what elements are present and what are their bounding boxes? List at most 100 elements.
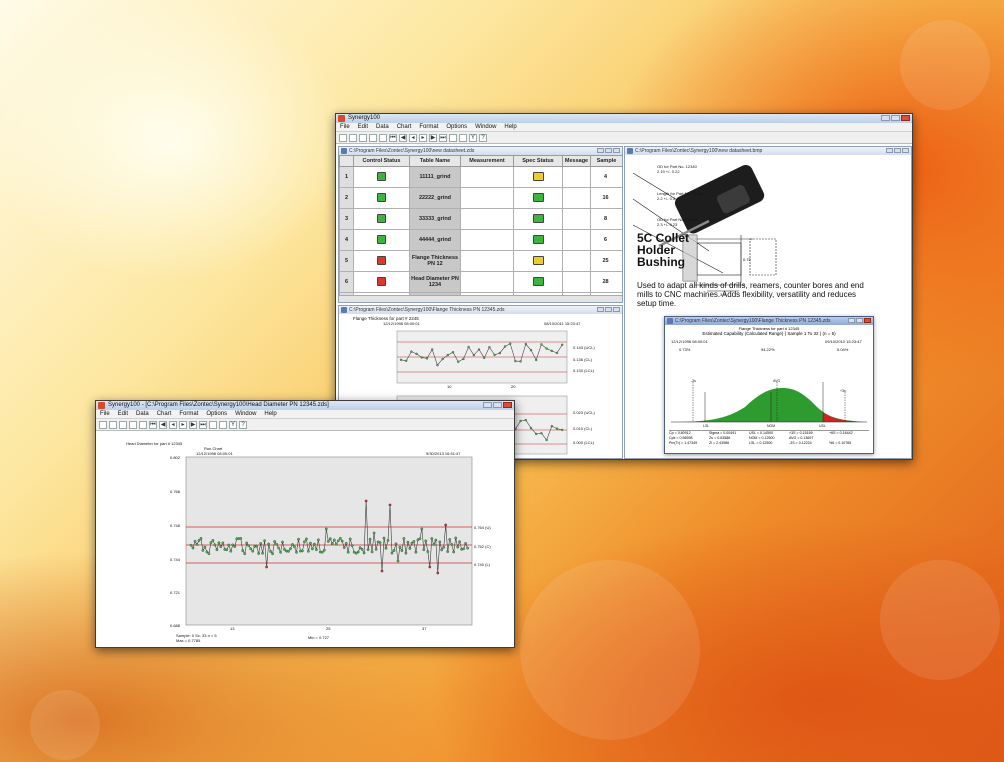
- spec-status-cell[interactable]: [513, 250, 563, 272]
- next-page-icon[interactable]: ▶: [429, 133, 437, 142]
- table-name-cell[interactable]: 11111_grind: [409, 166, 461, 188]
- horizontal-scrollbar[interactable]: [339, 295, 622, 302]
- prev-record-icon[interactable]: ◂: [409, 133, 417, 142]
- corner-cell[interactable]: [339, 155, 354, 167]
- close-button[interactable]: [613, 307, 620, 312]
- menu-options[interactable]: Options: [446, 123, 467, 131]
- control-status-cell[interactable]: [353, 208, 410, 230]
- row-number: 6: [339, 271, 354, 293]
- drawing-titlebar: C:\Program Files\Zontec\Synergy100\new d…: [625, 147, 911, 155]
- column-header[interactable]: Message: [562, 155, 591, 167]
- close-button[interactable]: [864, 318, 871, 323]
- table-row[interactable]: 5 Flange Thickness PN 12 25: [339, 250, 622, 272]
- spec-status-light: [532, 234, 544, 244]
- message-cell[interactable]: [562, 208, 591, 230]
- table-name-cell[interactable]: 33333_grind: [409, 208, 461, 230]
- maximize-button[interactable]: [605, 307, 612, 312]
- run-point: [458, 540, 461, 544]
- close-button[interactable]: [901, 115, 910, 121]
- control-status-cell[interactable]: [353, 271, 410, 293]
- first-record-icon[interactable]: ⏮: [389, 133, 397, 142]
- minimize-button[interactable]: [886, 148, 893, 153]
- spec-status-cell[interactable]: [513, 187, 563, 209]
- column-header[interactable]: Measurement: [460, 155, 514, 167]
- print-icon[interactable]: [379, 133, 387, 142]
- control-status-cell[interactable]: [353, 166, 410, 188]
- close-button[interactable]: [902, 148, 909, 153]
- menu-data[interactable]: Data: [376, 123, 389, 131]
- filter-icon[interactable]: Y: [469, 133, 477, 142]
- table-name-cell[interactable]: Head Diameter PN 1234: [409, 271, 461, 293]
- table-row[interactable]: 4 44444_grind 6: [339, 229, 622, 251]
- xbar-point: [462, 357, 465, 361]
- run-footer-max: Max = 0.7785: [176, 638, 201, 643]
- close-button[interactable]: [613, 148, 620, 153]
- menu-file[interactable]: File: [340, 123, 350, 131]
- flange-chart-titlebar: C:\Program Files\Zontec\Synergy100\Flang…: [339, 306, 622, 314]
- range-point: [529, 426, 533, 430]
- new-icon[interactable]: [339, 133, 347, 142]
- message-cell[interactable]: [562, 271, 591, 293]
- measurement-cell-selected[interactable]: [460, 250, 514, 272]
- control-status-cell[interactable]: [353, 229, 410, 251]
- message-cell[interactable]: [562, 250, 591, 272]
- table-name-cell[interactable]: 44444_grind: [409, 229, 461, 251]
- maximize-button[interactable]: [891, 115, 900, 121]
- range-lcl-label: 0.000 (LCL): [573, 440, 595, 445]
- maximize-button[interactable]: [605, 148, 612, 153]
- menu-chart[interactable]: Chart: [397, 123, 412, 131]
- save-icon[interactable]: [359, 133, 367, 142]
- range-point: [561, 428, 564, 432]
- table-name-cell[interactable]: Flange Thickness PN 12: [409, 250, 461, 272]
- control-status-cell[interactable]: [353, 250, 410, 272]
- xbar-point: [498, 351, 501, 355]
- measurement-cell[interactable]: [460, 229, 514, 251]
- run-point: [320, 550, 324, 554]
- flange-chart-title: C:\Program Files\Zontec\Synergy100\Flang…: [349, 307, 505, 313]
- message-cell[interactable]: [562, 166, 591, 188]
- message-cell[interactable]: [562, 187, 591, 209]
- measurement-cell[interactable]: [460, 166, 514, 188]
- minimize-button[interactable]: [848, 318, 855, 323]
- spec-status-cell[interactable]: [513, 271, 563, 293]
- run-point: [362, 551, 366, 555]
- menu-window[interactable]: Window: [475, 123, 496, 131]
- run-point: [426, 550, 430, 553]
- menu-format[interactable]: Format: [419, 123, 438, 131]
- chart-icon[interactable]: [459, 133, 467, 142]
- spec-status-cell[interactable]: [513, 229, 563, 251]
- table-row[interactable]: 1 11111_grind 4: [339, 166, 622, 188]
- table-row[interactable]: 2 22222_grind 16: [339, 187, 622, 209]
- column-header[interactable]: Control Status: [353, 155, 410, 167]
- menu-edit[interactable]: Edit: [358, 123, 368, 131]
- table-name-cell[interactable]: 22222_grind: [409, 187, 461, 209]
- message-cell[interactable]: [562, 229, 591, 251]
- help-icon[interactable]: ?: [479, 133, 487, 142]
- minimize-button[interactable]: [881, 115, 890, 121]
- spec-status-cell[interactable]: [513, 166, 563, 188]
- sample-cell: 6: [590, 229, 622, 251]
- maximize-button[interactable]: [894, 148, 901, 153]
- measurement-cell[interactable]: [460, 208, 514, 230]
- menu-help[interactable]: Help: [504, 123, 516, 131]
- control-status-cell[interactable]: [353, 187, 410, 209]
- minimize-button[interactable]: [597, 307, 604, 312]
- open-icon[interactable]: [349, 133, 357, 142]
- copy-icon[interactable]: [369, 133, 377, 142]
- last-record-icon[interactable]: ⏭: [439, 133, 447, 142]
- minimize-button[interactable]: [597, 148, 604, 153]
- spec-status-cell[interactable]: [513, 208, 563, 230]
- maximize-button[interactable]: [856, 318, 863, 323]
- find-icon[interactable]: [449, 133, 457, 142]
- table-row[interactable]: 6 Head Diameter PN 1234 28: [339, 271, 622, 293]
- next-record-icon[interactable]: ▸: [419, 133, 427, 142]
- column-header[interactable]: Spec Status: [513, 155, 563, 167]
- xbar-point: [488, 346, 491, 349]
- normal-curve-above-usl: [823, 412, 865, 422]
- measurement-cell[interactable]: [460, 271, 514, 293]
- column-header[interactable]: Sample: [590, 155, 622, 167]
- column-header[interactable]: Table Name: [409, 155, 461, 167]
- table-row[interactable]: 3 33333_grind 8: [339, 208, 622, 230]
- prev-page-icon[interactable]: ◀: [399, 133, 407, 142]
- measurement-cell[interactable]: [460, 187, 514, 209]
